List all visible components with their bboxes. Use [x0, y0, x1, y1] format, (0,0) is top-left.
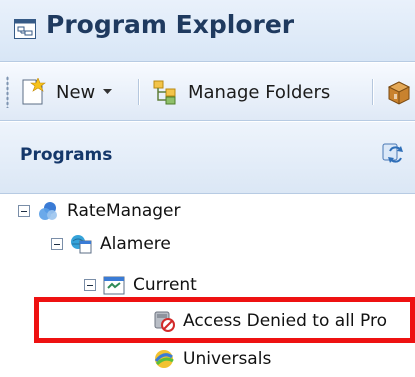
manage-folders-icon	[153, 80, 176, 105]
tree-node-label: Alamere	[100, 234, 171, 254]
new-button-label: New	[56, 81, 96, 103]
title-bar: Program Explorer	[0, 0, 415, 62]
toolbar: New Manage Folders	[0, 63, 415, 121]
window-title: Program Explorer	[46, 10, 295, 39]
programs-panel-header: Programs	[0, 122, 415, 194]
new-document-icon	[22, 78, 46, 105]
manage-folders-label: Manage Folders	[188, 81, 331, 103]
panel-title: Programs	[20, 145, 113, 165]
tree-node-current[interactable]: Current	[84, 270, 197, 300]
highlight-box	[34, 297, 415, 343]
universals-icon	[154, 350, 174, 368]
collapse-icon[interactable]	[51, 238, 63, 250]
toolbar-separator	[138, 79, 140, 105]
program-tree: RateManager Alamere Current Access Denie…	[0, 194, 415, 377]
tree-node-label: Universals	[183, 349, 272, 369]
tree-node-universals[interactable]: Universals	[153, 344, 271, 374]
collapse-icon[interactable]	[18, 205, 30, 217]
tree-node-label: Current	[133, 275, 197, 295]
package-icon	[387, 81, 411, 105]
rate-manager-icon	[39, 202, 57, 220]
toolbar-grip[interactable]	[6, 76, 9, 108]
collapse-icon[interactable]	[84, 279, 96, 291]
tree-node-ratemanager[interactable]: RateManager	[18, 196, 181, 226]
tree-node-label: RateManager	[67, 201, 181, 221]
manage-folders-button[interactable]: Manage Folders	[152, 73, 330, 111]
tree-node-alamere[interactable]: Alamere	[51, 229, 171, 259]
new-button[interactable]: New	[20, 73, 113, 111]
company-icon	[71, 235, 92, 254]
explorer-window-icon	[14, 19, 36, 39]
package-button[interactable]	[386, 73, 412, 111]
program-folder-icon	[103, 276, 125, 295]
chevron-down-icon[interactable]	[103, 89, 113, 95]
refresh-icon[interactable]	[380, 141, 406, 167]
toolbar-separator	[372, 79, 374, 105]
